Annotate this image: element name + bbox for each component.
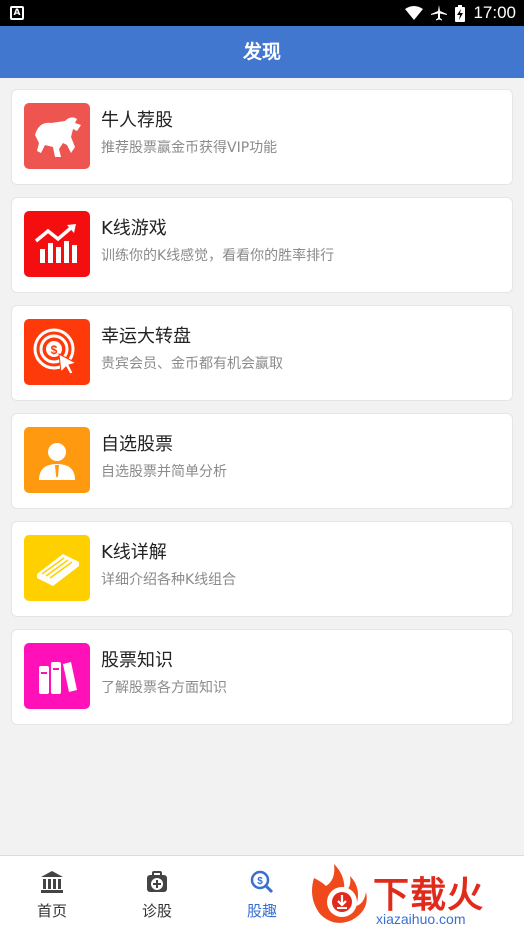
card-subtitle: 推荐股票赢金币获得VIP功能: [101, 140, 278, 156]
card-kline-game[interactable]: K线游戏 训练你的K线感觉，看看你的胜率排行: [11, 197, 513, 293]
card-title: 幸运大转盘: [101, 326, 191, 347]
card-title: K线游戏: [101, 218, 167, 239]
wifi-icon: [405, 6, 424, 20]
notification-icon: A: [10, 6, 24, 20]
svg-text:$: $: [51, 343, 58, 357]
flame-logo-icon: [312, 864, 367, 923]
bank-icon: [41, 871, 63, 893]
card-subtitle: 了解股票各方面知识: [101, 680, 227, 696]
medical-kit-icon: [147, 871, 167, 892]
card-subtitle: 详细介绍各种K线组合: [101, 572, 237, 588]
rising-chart-icon: [24, 211, 90, 277]
card-lucky-wheel[interactable]: $ 幸运大转盘 贵宾会员、金币都有机会赢取: [11, 305, 513, 401]
svg-text:$: $: [257, 876, 263, 887]
tab-diagnose[interactable]: 诊股: [105, 856, 209, 930]
coin-search-icon: $: [250, 870, 274, 894]
card-bull-stock-picks[interactable]: 牛人荐股 推荐股票赢金币获得VIP功能: [11, 89, 513, 185]
page-title: 发现: [0, 26, 524, 78]
tab-home[interactable]: 首页: [0, 856, 104, 930]
user-icon: [24, 427, 90, 493]
bull-icon: [24, 103, 90, 169]
status-time: 17:00: [473, 3, 516, 22]
card-title: 股票知识: [101, 650, 173, 671]
card-title: 自选股票: [101, 434, 173, 455]
card-watchlist[interactable]: 自选股票 自选股票并简单分析: [11, 413, 513, 509]
card-subtitle: 贵宾会员、金币都有机会赢取: [101, 356, 283, 372]
card-subtitle: 自选股票并简单分析: [101, 464, 227, 480]
card-kline-guide[interactable]: K线详解 详细介绍各种K线组合: [11, 521, 513, 617]
card-subtitle: 训练你的K线感觉，看看你的胜率排行: [101, 248, 335, 264]
status-bar: A 17:00: [0, 0, 524, 26]
tab-fun[interactable]: $ 股趣: [210, 856, 314, 930]
battery-icon: [455, 4, 466, 22]
tab-label: 首页: [36, 902, 67, 920]
card-stock-knowledge[interactable]: 股票知识 了解股票各方面知识: [11, 629, 513, 725]
card-title: 牛人荐股: [101, 110, 173, 131]
watermark: 下载火 xiazaihuo.com: [306, 858, 524, 930]
airplane-icon: [431, 5, 448, 21]
books-icon: [24, 643, 90, 709]
card-title: K线详解: [101, 542, 167, 563]
tab-label: 股趣: [246, 902, 277, 920]
lucky-wheel-icon: $: [24, 319, 90, 385]
tab-label: 诊股: [141, 902, 172, 920]
watermark-url: xiazaihuo.com: [376, 911, 466, 927]
status-indicators: 17:00: [405, 0, 516, 26]
book-icon: [24, 535, 90, 601]
